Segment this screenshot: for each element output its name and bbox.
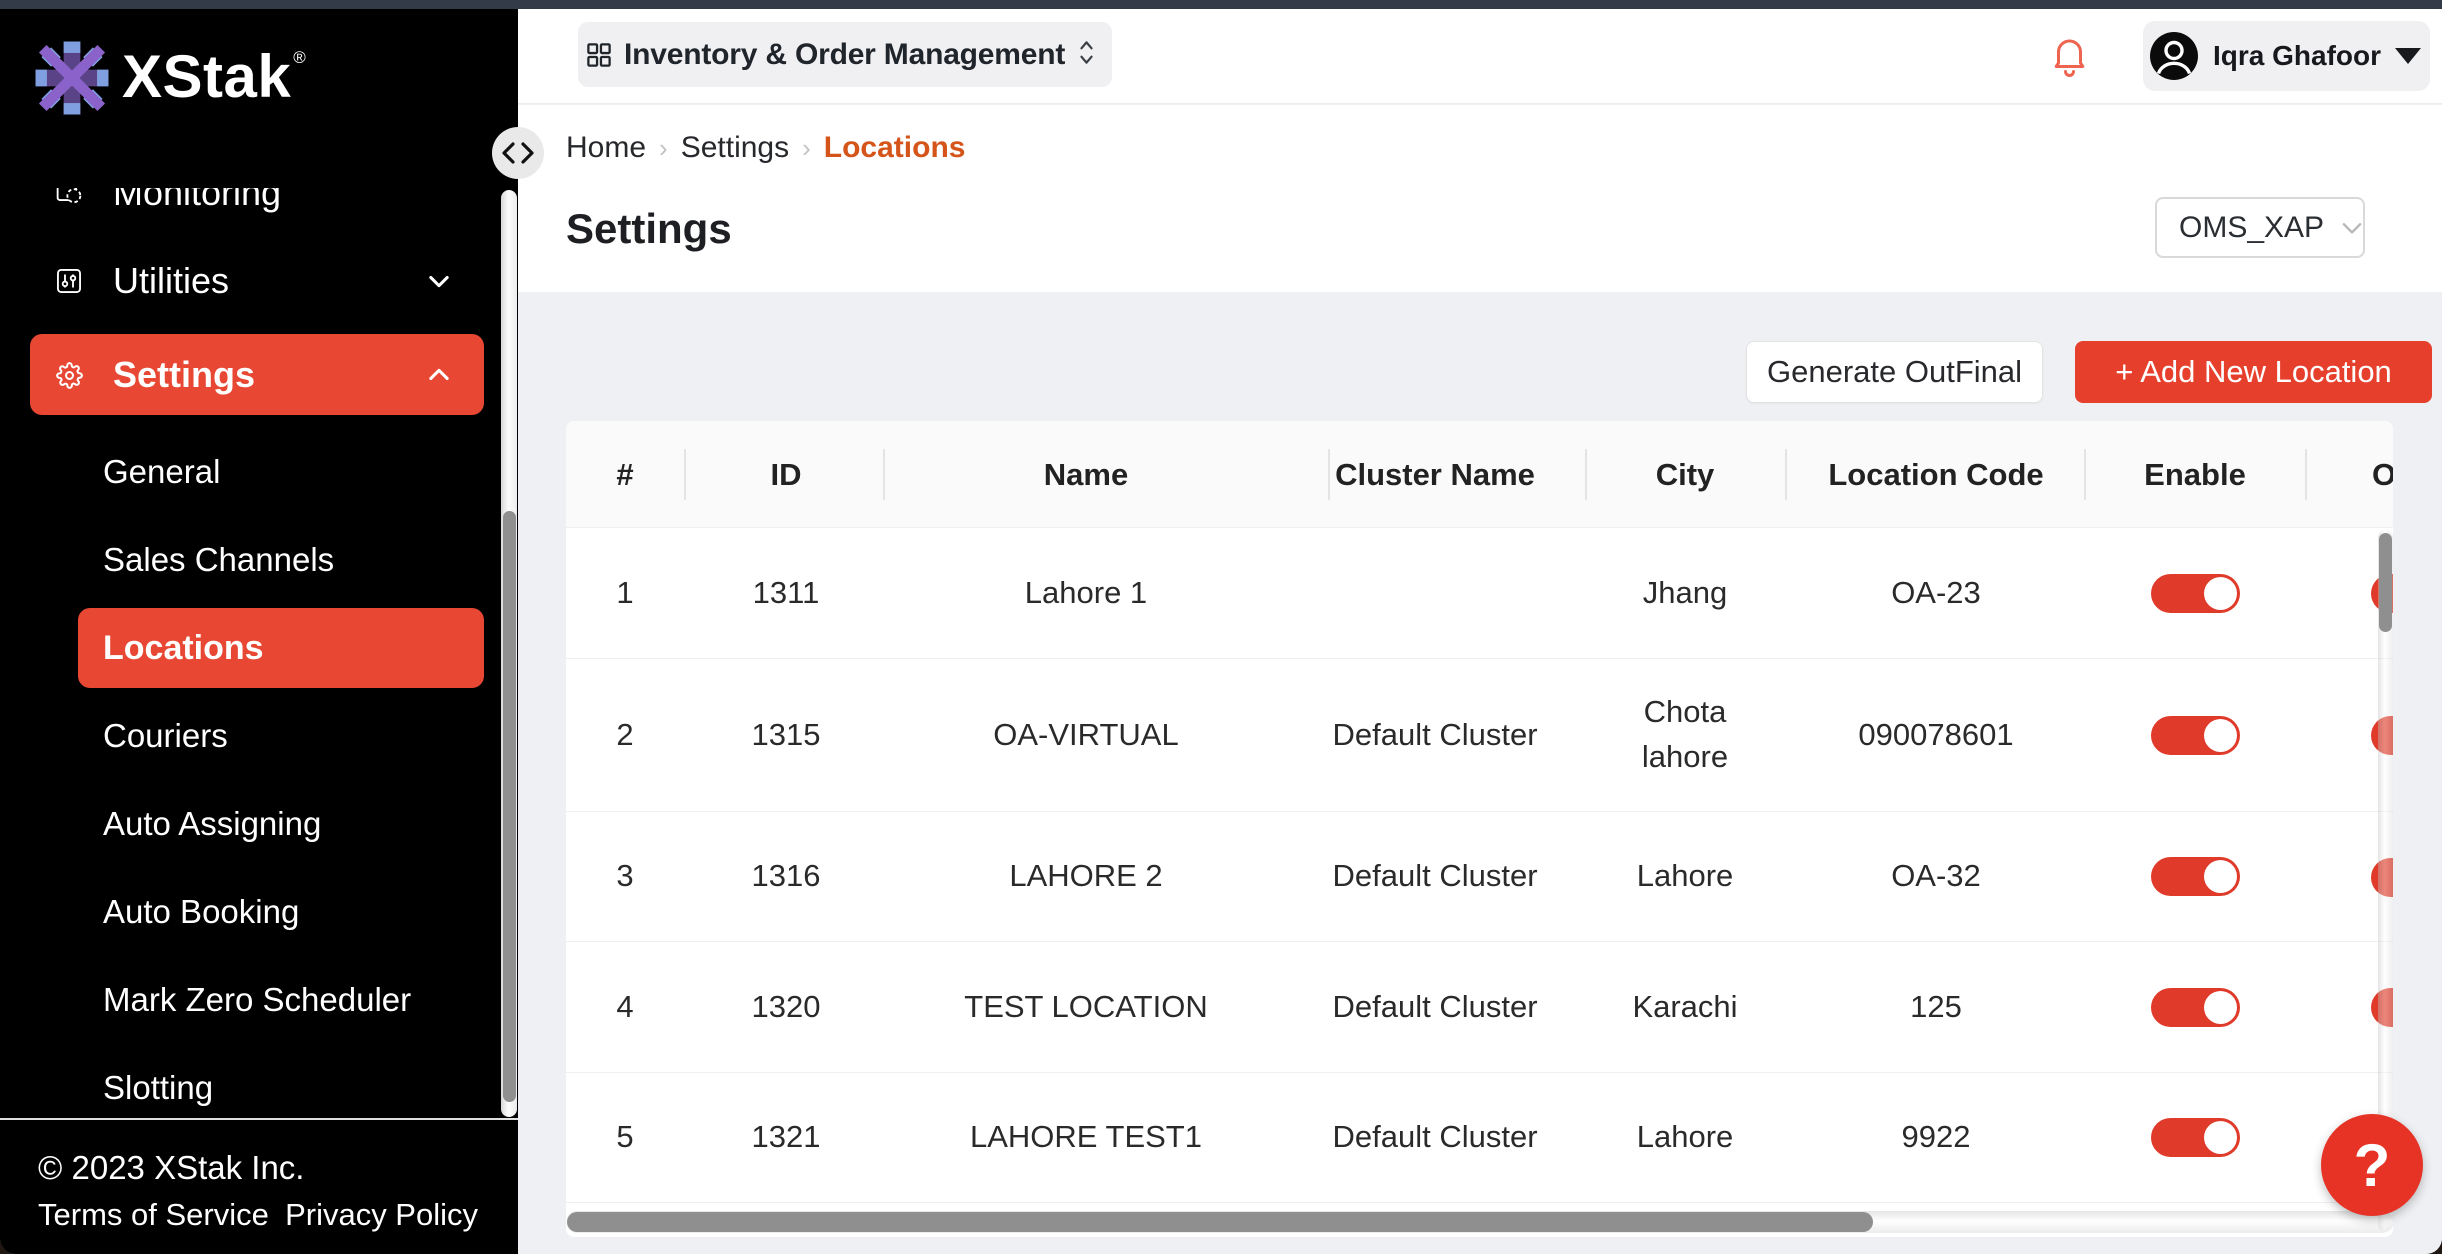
app-switcher-dropdown[interactable]: Inventory & Order Management	[578, 22, 1112, 87]
privacy-policy-link[interactable]: Privacy Policy	[285, 1197, 478, 1233]
col-header-num: #	[575, 421, 675, 528]
notification-bell-icon[interactable]	[2054, 36, 2085, 77]
user-menu[interactable]: Iqra Ghafoor	[2143, 21, 2430, 91]
chevron-down-icon	[2337, 213, 2367, 243]
top-bar: Inventory & Order Management Iqra Ghafoo…	[518, 9, 2442, 104]
breadcrumb-current: Locations	[824, 131, 966, 165]
col-header-enable: Enable	[2095, 421, 2295, 528]
enable-toggle-on[interactable]	[2151, 857, 2240, 896]
breadcrumb-separator-icon: ›	[802, 133, 811, 164]
gear-icon	[56, 362, 82, 388]
sidebar-collapse-button[interactable]	[492, 127, 544, 179]
table-horizontal-scrollbar[interactable]	[566, 1211, 2393, 1233]
utilities-icon	[56, 268, 82, 294]
page-header-band: Home › Settings › Locations Settings OMS…	[518, 105, 2442, 292]
sidebar: XStak ® Monitoring	[0, 9, 518, 1254]
locations-table: # ID Name Cluster Name City Location Cod…	[566, 421, 2393, 1237]
content-area: Generate OutFinal + Add New Location # I…	[518, 292, 2442, 1254]
breadcrumb-separator-icon: ›	[659, 133, 668, 164]
monitoring-icon	[56, 188, 82, 206]
table-row: 5 1321 LAHORE TEST1 Default Cluster Laho…	[566, 1073, 2393, 1203]
enable-toggle-on[interactable]	[2151, 574, 2240, 613]
sidebar-item-mark-zero-scheduler[interactable]: Mark Zero Scheduler	[0, 956, 518, 1044]
sidebar-item-auto-assigning[interactable]: Auto Assigning	[0, 780, 518, 868]
sidebar-item-auto-booking[interactable]: Auto Booking	[0, 868, 518, 956]
col-header-cluster: Cluster Name	[1265, 421, 1605, 528]
caret-down-icon	[2395, 48, 2421, 64]
sidebar-item-utilities[interactable]: Utilities	[0, 237, 518, 325]
table-row: 3 1316 LAHORE 2 Default Cluster Lahore O…	[566, 812, 2393, 942]
enable-toggle-on[interactable]	[2151, 716, 2240, 755]
col-header-code: Location Code	[1796, 421, 2076, 528]
main-area: Inventory & Order Management Iqra Ghafoo…	[518, 9, 2442, 1254]
col-header-name: Name	[876, 421, 1296, 528]
copyright-text: © 2023 XStak Inc.	[38, 1149, 304, 1187]
chevron-down-icon	[425, 267, 453, 295]
xstak-logo-icon	[34, 40, 110, 121]
generate-outfinal-button[interactable]: Generate OutFinal	[1746, 341, 2043, 403]
sidebar-item-monitoring[interactable]: Monitoring	[0, 188, 518, 237]
app-window: XStak ® Monitoring	[0, 0, 2442, 1254]
sidebar-scrollbar[interactable]	[501, 190, 517, 1117]
user-name: Iqra Ghafoor	[2213, 40, 2381, 72]
sidebar-item-settings[interactable]: Settings	[30, 334, 484, 415]
sidebar-nav: Monitoring Utilities	[0, 188, 518, 1118]
sidebar-footer: © 2023 XStak Inc. Terms of Service Priva…	[0, 1118, 518, 1254]
environment-select[interactable]: OMS_XAP	[2155, 197, 2365, 258]
col-header-city: City	[1590, 421, 1780, 528]
breadcrumb: Home › Settings › Locations	[566, 131, 965, 165]
help-button[interactable]: ?	[2321, 1114, 2423, 1216]
chevron-up-icon	[425, 361, 453, 389]
col-header-id: ID	[706, 421, 866, 528]
sidebar-item-couriers[interactable]: Couriers	[0, 692, 518, 780]
table-row: 2 1315 OA-VIRTUAL Default Cluster Chota …	[566, 659, 2393, 812]
add-new-location-button[interactable]: + Add New Location	[2075, 341, 2432, 403]
sidebar-item-sales-channels[interactable]: Sales Channels	[0, 516, 518, 604]
col-header-online: O	[2372, 421, 2393, 528]
breadcrumb-home[interactable]: Home	[566, 131, 646, 165]
user-avatar-icon	[2150, 32, 2198, 80]
updown-chevron-icon	[1077, 39, 1096, 71]
environment-select-value: OMS_XAP	[2179, 211, 2324, 245]
window-top-strip	[0, 0, 2442, 9]
table-vertical-scrollbar-thumb[interactable]	[2379, 533, 2392, 632]
breadcrumb-settings[interactable]: Settings	[681, 131, 789, 165]
sidebar-item-slotting[interactable]: Slotting	[0, 1044, 518, 1118]
app-switcher-label: Inventory & Order Management	[624, 38, 1065, 72]
registered-mark: ®	[293, 48, 306, 68]
sidebar-item-general[interactable]: General	[0, 428, 518, 516]
sidebar-scrollbar-thumb[interactable]	[503, 511, 516, 1102]
enable-toggle-on[interactable]	[2151, 988, 2240, 1027]
table-row: 1 1311 Lahore 1 Jhang OA-23	[566, 528, 2393, 659]
grid-icon	[586, 42, 612, 68]
page-title: Settings	[566, 205, 732, 253]
xstak-logo-text: XStak	[122, 40, 291, 114]
table-header: # ID Name Cluster Name City Location Cod…	[566, 421, 2393, 528]
sidebar-item-locations[interactable]: Locations	[78, 608, 484, 688]
terms-of-service-link[interactable]: Terms of Service	[38, 1197, 269, 1233]
enable-toggle-on[interactable]	[2151, 1118, 2240, 1157]
xstak-logo[interactable]: XStak ®	[34, 40, 306, 121]
table-horizontal-scrollbar-thumb[interactable]	[567, 1212, 1873, 1232]
table-row: 4 1320 TEST LOCATION Default Cluster Kar…	[566, 942, 2393, 1073]
